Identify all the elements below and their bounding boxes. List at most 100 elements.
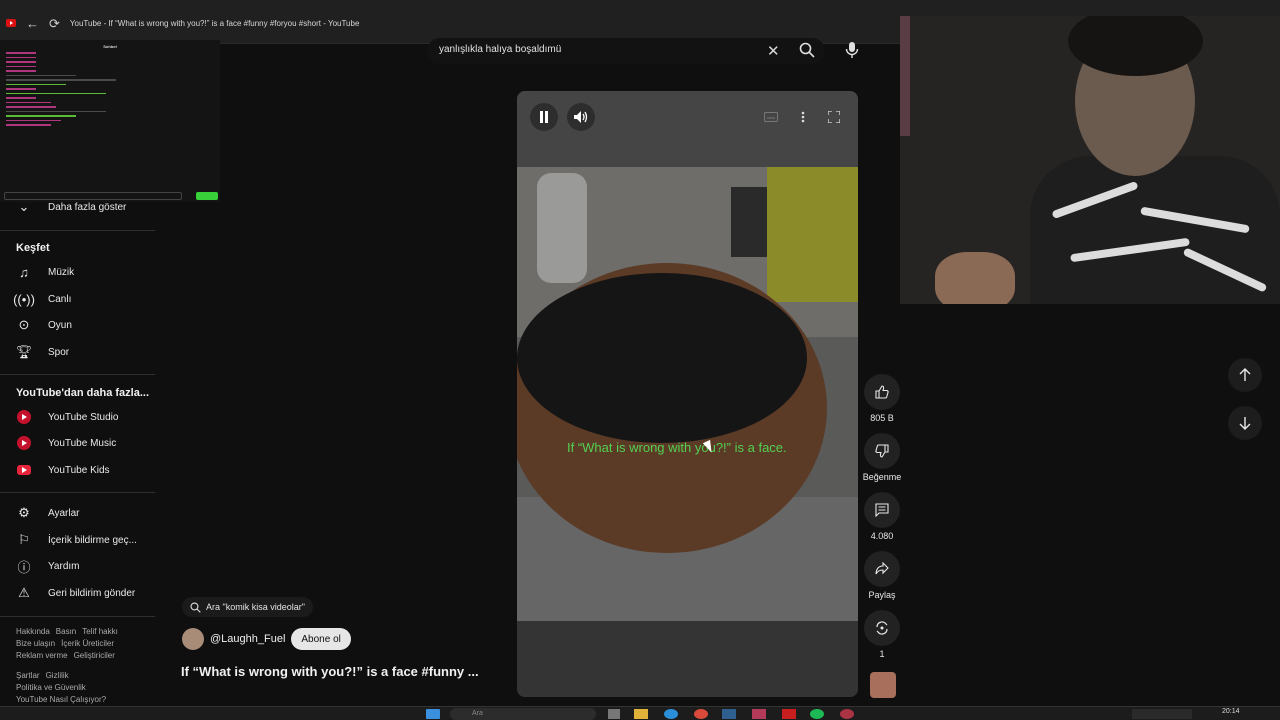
spotify-icon[interactable]	[810, 709, 824, 719]
windows-start-icon[interactable]	[426, 709, 440, 719]
task-view-icon[interactable]	[608, 709, 620, 719]
pause-icon[interactable]	[530, 103, 558, 131]
sidebar-item-youtube-kids[interactable]: YouTube Kids	[0, 457, 155, 483]
footer-links-row: Reklam verme Geliştiriciler	[16, 650, 121, 662]
footer-link-privacy[interactable]: Gizlilik	[46, 671, 69, 680]
footer-link-developers[interactable]: Geliştiriciler	[74, 651, 115, 660]
related-search-chip[interactable]: Ara "komik kisa videolar"	[182, 597, 313, 617]
taskbar-clock[interactable]: 20:14	[1222, 708, 1240, 715]
thumbs-up-icon[interactable]	[864, 374, 900, 410]
like-action[interactable]: 805 B	[860, 374, 904, 423]
sound-thumbnail[interactable]	[870, 672, 896, 698]
sidebar-item-report-history[interactable]: ⚐ İçerik bildirme geç...	[0, 527, 155, 553]
like-count: 805 B	[870, 413, 894, 423]
remix-count: 1	[879, 649, 885, 659]
previous-short-button[interactable]	[1228, 358, 1262, 392]
chrome-browser-icon[interactable]	[694, 709, 708, 719]
share-icon[interactable]	[864, 551, 900, 587]
more-options-icon[interactable]	[789, 103, 817, 131]
back-arrow-icon[interactable]: ←	[26, 17, 39, 30]
sidebar: ⌄ Daha fazla göster Keşfet ♫ Müzik ((•))…	[0, 199, 155, 720]
footer-link-copyright[interactable]: Telif hakkı	[82, 627, 118, 636]
footer-links-row: YouTube Nasıl Çalışıyor?	[16, 694, 112, 706]
remix-icon[interactable]	[864, 610, 900, 646]
search-input[interactable]: yanlışlıkla halıya boşaldımü	[439, 44, 561, 55]
remix-action[interactable]: 1	[860, 610, 904, 659]
footer-link-press[interactable]: Basın	[56, 627, 76, 636]
system-tray[interactable]	[1132, 709, 1192, 719]
search-icon[interactable]	[799, 42, 815, 63]
chat-title: Sohbet	[103, 44, 117, 49]
sidebar-item-youtube-music[interactable]: YouTube Music	[0, 430, 155, 456]
footer-link-policy-safety[interactable]: Politika ve Güvenlik	[16, 683, 86, 692]
sidebar-item-label: YouTube Kids	[48, 464, 110, 476]
sidebar-item-label: Ayarlar	[48, 507, 80, 519]
comment-count: 4.080	[870, 531, 894, 541]
subscribe-button[interactable]: Abone ol	[291, 628, 351, 650]
thumbs-down-icon[interactable]	[864, 433, 900, 469]
comment-icon[interactable]	[864, 492, 900, 528]
chat-message-line	[6, 88, 36, 90]
sidebar-item-help[interactable]: ⓘ Yardım	[0, 553, 155, 579]
sidebar-item-settings[interactable]: ⚙ Ayarlar	[0, 500, 155, 526]
video-frame	[517, 167, 858, 622]
fullscreen-icon[interactable]	[820, 103, 848, 131]
sidebar-item-gaming[interactable]: ⊙ Oyun	[0, 312, 155, 338]
chat-message-line	[6, 83, 66, 85]
channel-row: @Laughh_Fuel Abone ol	[182, 628, 351, 650]
search-icon	[190, 601, 201, 613]
volume-icon[interactable]	[567, 103, 595, 131]
footer-link-about[interactable]: Hakkında	[16, 627, 50, 636]
sidebar-item-label: Spor	[48, 346, 70, 358]
chat-message-line	[6, 97, 36, 99]
chat-message-line	[6, 124, 51, 126]
shorts-actions: 805 B Beğenme 4.080 Paylaş 1	[860, 370, 904, 700]
share-action[interactable]: Paylaş	[860, 551, 904, 600]
related-search-text: Ara "komik kisa videolar"	[206, 602, 305, 612]
comments-action[interactable]: 4.080	[860, 492, 904, 541]
reload-icon[interactable]: ⟳	[49, 17, 60, 30]
steam-icon[interactable]	[722, 709, 736, 719]
footer-link-contact[interactable]: Bize ulaşın	[16, 639, 55, 648]
footer-link-terms[interactable]: Şartlar	[16, 671, 40, 680]
sidebar-item-youtube-studio[interactable]: YouTube Studio	[0, 404, 155, 430]
shorts-video-player[interactable]: If “What is wrong with you?!” is a face.	[517, 91, 858, 697]
app-icon[interactable]	[840, 709, 854, 719]
chat-message-line	[6, 115, 76, 117]
edge-browser-icon[interactable]	[664, 709, 678, 719]
sidebar-item-sports[interactable]: 🏆︎ Spor	[0, 339, 155, 365]
sidebar-item-music[interactable]: ♫ Müzik	[0, 259, 155, 285]
gaming-icon: ⊙	[18, 317, 30, 332]
footer-link-creators[interactable]: İçerik Üreticiler	[61, 639, 114, 648]
channel-name[interactable]: @Laughh_Fuel	[210, 633, 285, 645]
chat-message-line	[6, 119, 61, 121]
file-explorer-icon[interactable]	[634, 709, 648, 719]
sidebar-divider	[0, 230, 155, 231]
chat-send-button[interactable]	[196, 192, 218, 200]
dislike-action[interactable]: Beğenme	[860, 433, 904, 482]
close-icon[interactable]: ✕	[767, 42, 780, 60]
chevron-down-icon: ⌄	[18, 199, 30, 214]
obs-icon[interactable]	[752, 709, 766, 719]
dislike-label: Beğenme	[862, 472, 902, 482]
avatar[interactable]	[182, 628, 204, 650]
sidebar-item-label: YouTube Music	[48, 437, 117, 449]
sidebar-item-live[interactable]: ((•)) Canlı	[0, 286, 155, 312]
video-title[interactable]: If “What is wrong with you?!” is a face …	[181, 664, 479, 679]
search-box[interactable]: yanlışlıkla halıya boşaldımü ✕	[427, 38, 825, 64]
footer-links-row: Hakkında Basın Telif hakkı	[16, 626, 124, 638]
captions-icon[interactable]	[757, 103, 785, 131]
sidebar-show-more[interactable]: ⌄ Daha fazla göster	[0, 194, 155, 220]
windows-taskbar: Ara 20:14	[0, 706, 1280, 720]
footer-links-row: Şartlar Gizlilik	[16, 670, 75, 682]
sidebar-item-feedback[interactable]: ⚠ Geri bildirim gönder	[0, 580, 155, 606]
taskbar-search[interactable]: Ara	[450, 708, 596, 720]
footer-link-how-youtube-works[interactable]: YouTube Nasıl Çalışıyor?	[16, 695, 106, 704]
app-icon[interactable]	[782, 709, 796, 719]
microphone-icon[interactable]	[838, 36, 866, 64]
footer-link-advertise[interactable]: Reklam verme	[16, 651, 68, 660]
footer-links-row: Politika ve Güvenlik	[16, 682, 92, 694]
next-short-button[interactable]	[1228, 406, 1262, 440]
webcam-person-hand	[935, 252, 1015, 304]
sidebar-divider	[0, 492, 155, 493]
